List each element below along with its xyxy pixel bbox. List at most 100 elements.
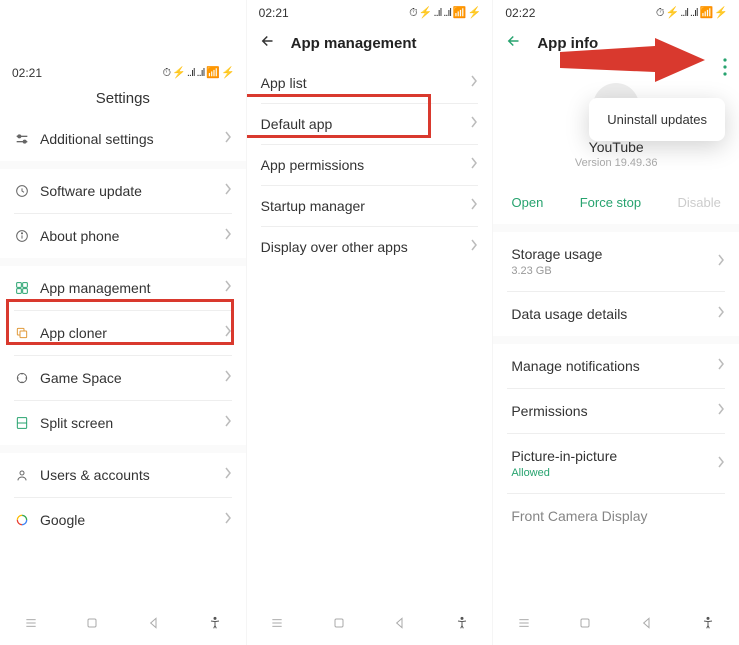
more-menu-button[interactable] [723,58,727,81]
item-label: Google [40,512,232,528]
action-row: Open Force stop Disable [493,181,739,224]
nav-home-icon[interactable] [577,615,593,636]
item-default-app[interactable]: Default app [247,104,493,144]
item-label: Split screen [40,415,232,431]
item-label: Users & accounts [40,467,232,483]
nav-back-icon[interactable] [639,615,655,636]
row-sub: 3.23 GB [511,265,721,277]
page-title: App info [537,35,598,52]
item-label: App list [261,75,479,91]
chevron-right-icon [470,197,478,215]
nav-accessibility-icon[interactable] [454,615,470,636]
chevron-right-icon [717,253,725,271]
google-icon [14,512,40,528]
settings-item-split-screen[interactable]: Split screen [0,401,246,445]
app-management-panel: 02:21 ⏱ ⚡ ..ıl ..ıl 📶 ⚡ App management A… [247,0,494,645]
split-screen-icon [14,415,40,431]
chevron-right-icon [224,279,232,297]
update-icon [14,183,40,199]
nav-bar [0,605,246,645]
chevron-right-icon [470,115,478,133]
chevron-right-icon [717,455,725,473]
row-data-usage[interactable]: Data usage details [493,292,739,336]
force-stop-button[interactable]: Force stop [580,195,641,210]
chevron-right-icon [224,511,232,529]
status-icons: ⏱ ⚡ ..ıl ..ıl 📶 ⚡ [162,66,233,80]
row-permissions[interactable]: Permissions [493,389,739,433]
settings-item-about-phone[interactable]: About phone [0,214,246,258]
popup-label: Uninstall updates [607,112,707,127]
nav-home-icon[interactable] [331,615,347,636]
nav-back-icon[interactable] [146,615,162,636]
app-info-panel: 02:22 ⏱ ⚡ ..ıl ..ıl 📶 ⚡ App info Uninsta… [493,0,739,645]
settings-item-app-cloner[interactable]: App cloner [0,311,246,355]
chevron-right-icon [224,182,232,200]
item-label: Game Space [40,370,232,386]
item-startup-manager[interactable]: Startup manager [247,186,493,226]
disable-button: Disable [677,195,720,210]
chevron-right-icon [224,369,232,387]
row-title: Storage usage [511,246,721,262]
row-title: Data usage details [511,306,721,322]
nav-bar [247,605,493,645]
nav-recent-icon[interactable] [23,615,39,636]
chevron-right-icon [470,238,478,256]
item-label: Software update [40,183,232,199]
item-label: Additional settings [40,131,232,147]
item-app-permissions[interactable]: App permissions [247,145,493,185]
open-button[interactable]: Open [512,195,544,210]
app-name: YouTube [493,139,739,155]
grid-icon [14,280,40,296]
status-icons: ⏱ ⚡ ..ıl ..ıl 📶 ⚡ [656,6,727,20]
chevron-right-icon [470,156,478,174]
nav-recent-icon[interactable] [269,615,285,636]
settings-item-additional[interactable]: Additional settings [0,117,246,161]
nav-accessibility-icon[interactable] [207,615,223,636]
row-title: Manage notifications [511,358,721,374]
settings-item-users-accounts[interactable]: Users & accounts [0,453,246,497]
chevron-right-icon [224,414,232,432]
chevron-right-icon [717,305,725,323]
item-app-list[interactable]: App list [247,63,493,103]
status-icons: ⏱ ⚡ ..ıl ..ıl 📶 ⚡ [409,6,480,20]
nav-accessibility-icon[interactable] [700,615,716,636]
page-title: Settings [0,84,246,117]
item-label: About phone [40,228,232,244]
status-bar: 02:21 ⏱ ⚡ ..ıl ..ıl 📶 ⚡ [0,60,246,84]
chevron-right-icon [717,357,725,375]
chevron-right-icon [224,227,232,245]
settings-item-game-space[interactable]: Game Space [0,356,246,400]
back-arrow-icon[interactable] [259,32,277,55]
row-pip[interactable]: Picture-in-picture Allowed [493,434,739,493]
item-label: Display over other apps [261,239,479,255]
cloner-icon [14,325,40,341]
item-label: Default app [261,116,479,132]
nav-back-icon[interactable] [392,615,408,636]
settings-item-software-update[interactable]: Software update [0,169,246,213]
item-display-over-apps[interactable]: Display over other apps [247,227,493,267]
sliders-icon [14,131,40,147]
settings-panel: 02:21 ⏱ ⚡ ..ıl ..ıl 📶 ⚡ Settings Additio… [0,0,247,645]
item-label: Startup manager [261,198,479,214]
row-sub: Allowed [511,467,721,479]
nav-recent-icon[interactable] [516,615,532,636]
row-front-camera[interactable]: Front Camera Display [493,494,739,538]
chevron-right-icon [224,466,232,484]
info-icon [14,228,40,244]
settings-item-google[interactable]: Google [0,498,246,542]
clock: 02:22 [505,6,535,20]
back-arrow-icon[interactable] [505,32,523,55]
item-label: App management [40,280,232,296]
row-notifications[interactable]: Manage notifications [493,344,739,388]
row-title: Permissions [511,403,721,419]
settings-item-app-management[interactable]: App management [0,266,246,310]
chevron-right-icon [717,402,725,420]
popup-uninstall-updates[interactable]: Uninstall updates [589,98,725,141]
row-title: Front Camera Display [511,508,721,524]
nav-home-icon[interactable] [84,615,100,636]
row-storage-usage[interactable]: Storage usage 3.23 GB [493,232,739,291]
nav-bar [493,605,739,645]
clock: 02:21 [259,6,289,20]
user-icon [14,467,40,483]
status-bar: 02:22 ⏱ ⚡ ..ıl ..ıl 📶 ⚡ [493,0,739,24]
